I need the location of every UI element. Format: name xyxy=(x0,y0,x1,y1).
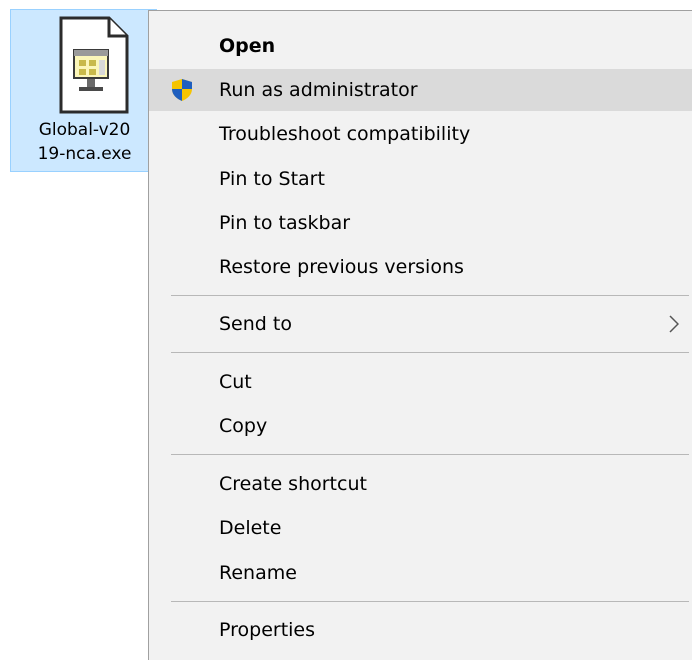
menu-separator xyxy=(171,352,689,353)
menu-item-label: Pin to taskbar xyxy=(219,212,351,234)
menu-item-restore-previous-versions[interactable]: Restore previous versions xyxy=(149,246,692,288)
chevron-right-icon xyxy=(669,315,679,333)
menu-item-label: Open xyxy=(219,35,276,57)
menu-item-label: Delete xyxy=(219,517,282,539)
menu-item-pin-to-start[interactable]: Pin to Start xyxy=(149,158,692,200)
menu-item-delete[interactable]: Delete xyxy=(149,507,692,549)
menu-item-label: Rename xyxy=(219,562,297,584)
menu-item-troubleshoot-compatibility[interactable]: Troubleshoot compatibility xyxy=(149,113,692,155)
menu-item-label: Send to xyxy=(219,313,292,335)
menu-item-run-as-administrator[interactable]: Run as administrator xyxy=(149,69,692,111)
menu-item-copy[interactable]: Copy xyxy=(149,405,692,447)
menu-item-label: Restore previous versions xyxy=(219,256,464,278)
desktop-file-item[interactable]: Global-v20 19-nca.exe xyxy=(10,9,157,172)
menu-separator xyxy=(171,454,689,455)
menu-item-cut[interactable]: Cut xyxy=(149,361,692,403)
menu-item-pin-to-taskbar[interactable]: Pin to taskbar xyxy=(149,202,692,244)
menu-item-rename[interactable]: Rename xyxy=(149,552,692,594)
menu-item-label: Copy xyxy=(219,415,268,437)
menu-item-create-shortcut[interactable]: Create shortcut xyxy=(149,463,692,505)
menu-item-label: Pin to Start xyxy=(219,168,325,190)
context-menu: Open Run as administrator Troubleshoot c… xyxy=(148,10,692,660)
menu-item-label: Create shortcut xyxy=(219,473,367,495)
menu-item-open[interactable]: Open xyxy=(149,25,692,67)
menu-item-label: Cut xyxy=(219,371,252,393)
menu-item-label: Troubleshoot compatibility xyxy=(219,123,471,145)
menu-separator xyxy=(171,295,689,296)
uac-shield-icon xyxy=(172,79,192,101)
menu-item-properties[interactable]: Properties xyxy=(149,609,692,651)
file-name-label: Global-v20 19-nca.exe xyxy=(37,120,132,164)
menu-item-send-to[interactable]: Send to xyxy=(149,303,692,345)
menu-item-label: Properties xyxy=(219,619,316,641)
executable-file-icon xyxy=(59,16,129,114)
menu-separator xyxy=(171,601,689,602)
menu-item-label: Run as administrator xyxy=(219,79,418,101)
